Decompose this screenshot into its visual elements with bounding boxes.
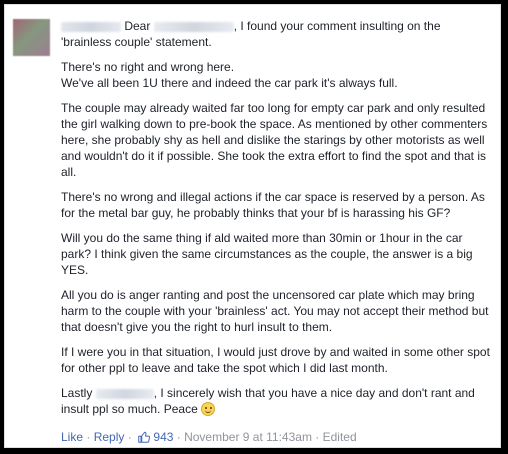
timestamp-link[interactable]: November 9 at 11:43am xyxy=(184,430,312,444)
edited-link[interactable]: Edited xyxy=(323,430,357,444)
blurred-recipient-name xyxy=(153,21,234,32)
paragraph: Will you do the same thing if ald waited… xyxy=(61,231,473,277)
paragraph: There's no wrong and illegal actions if … xyxy=(61,190,485,220)
separator: · xyxy=(173,430,185,444)
paragraph: If I were you in that situation, I would… xyxy=(61,345,490,375)
closing-prefix: Lastly xyxy=(61,386,93,400)
paragraph-line: There's no right and wrong here. xyxy=(61,60,235,74)
comment-body: Dear , I found your comment insulting on… xyxy=(61,18,493,426)
separator: · xyxy=(83,430,94,444)
comment-card: Dear , I found your comment insulting on… xyxy=(4,4,501,448)
paragraph-line: We've all been 1U there and indeed the c… xyxy=(61,76,398,90)
avatar[interactable] xyxy=(13,19,50,56)
thumbs-up-icon xyxy=(138,431,151,443)
separator: · xyxy=(124,430,136,444)
blurred-recipient-name xyxy=(95,388,154,399)
reply-link[interactable]: Reply xyxy=(94,430,125,444)
blurred-author-name[interactable] xyxy=(61,21,121,32)
comment-intro: Dear , I found your comment insulting on… xyxy=(61,18,493,50)
like-link[interactable]: Like xyxy=(61,430,83,444)
paragraph: The couple may already waited far too lo… xyxy=(61,101,488,179)
like-count: 943 xyxy=(153,430,174,444)
paragraph: There's no right and wrong here. We've a… xyxy=(61,59,493,91)
comment-actions: Like · Reply · 943 · November 9 at 11:43… xyxy=(61,430,357,444)
smile-emoji-icon xyxy=(201,402,216,416)
intro-prefix: Dear xyxy=(124,19,151,33)
separator: · xyxy=(311,430,323,444)
paragraph: All you do is anger ranting and post the… xyxy=(61,288,489,334)
comment-closing: Lastly , I sincerely wish that you have … xyxy=(61,385,493,417)
like-count-link[interactable]: 943 xyxy=(135,430,173,444)
